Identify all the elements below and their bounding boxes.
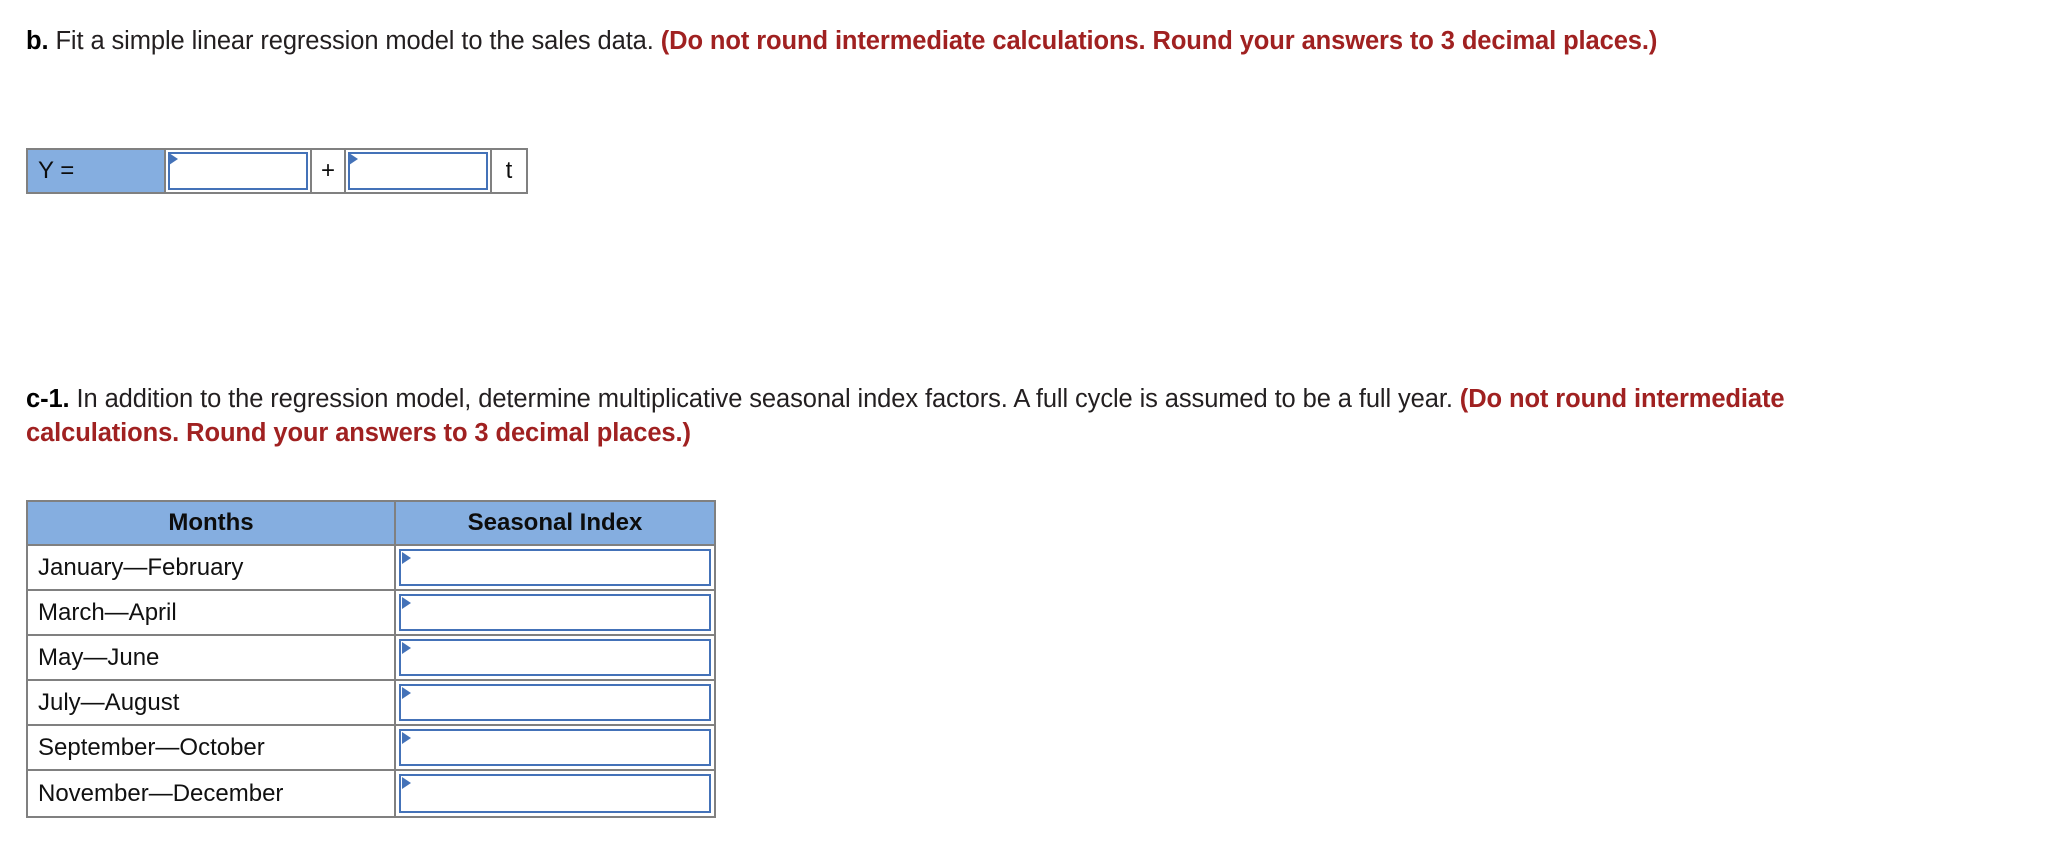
table-header-row: Months Seasonal Index xyxy=(28,502,714,546)
seasonal-index-input-mar-apr[interactable] xyxy=(399,594,711,631)
month-label-jan-feb: January—February xyxy=(28,546,396,591)
table-header: Months Seasonal Index xyxy=(28,502,714,546)
seasonal-index-cell-jul-aug xyxy=(396,681,714,726)
month-label-jul-aug: July—August xyxy=(28,681,396,726)
seasonal-index-table: Months Seasonal Index January—February M… xyxy=(26,500,716,818)
month-label-may-jun: May—June xyxy=(28,636,396,681)
question-b-rounding-note: (Do not round intermediate calculations.… xyxy=(660,27,1658,55)
seasonal-index-cell-may-jun xyxy=(396,636,714,681)
intercept-input-cell xyxy=(166,150,312,192)
month-label-sep-oct: September—October xyxy=(28,726,396,771)
month-label-nov-dec: November—December xyxy=(28,771,396,816)
table-row: September—October xyxy=(28,726,714,771)
equation-plus-operator: + xyxy=(312,150,346,192)
seasonal-index-input-jan-feb[interactable] xyxy=(399,549,711,586)
equation-variable-t-label: t xyxy=(492,150,526,192)
slope-input-cell xyxy=(346,150,492,192)
question-c1-prefix: c-1. xyxy=(26,385,70,413)
table-row: January—February xyxy=(28,546,714,591)
intercept-input[interactable] xyxy=(168,152,308,190)
seasonal-index-input-sep-oct[interactable] xyxy=(399,729,711,766)
regression-equation-widget: Y = + t xyxy=(26,148,528,194)
column-header-seasonal-index: Seasonal Index xyxy=(396,502,714,546)
column-header-months: Months xyxy=(28,502,396,546)
question-b-prefix: b. xyxy=(26,27,49,55)
table-body: January—February March—April May—June Ju… xyxy=(28,546,714,816)
table-row: July—August xyxy=(28,681,714,726)
question-part-c1: c-1. In addition to the regression model… xyxy=(26,382,1926,450)
table-row: November—December xyxy=(28,771,714,816)
equation-y-label: Y = xyxy=(28,150,166,192)
seasonal-index-input-nov-dec[interactable] xyxy=(399,774,711,813)
seasonal-index-cell-mar-apr xyxy=(396,591,714,636)
seasonal-index-input-jul-aug[interactable] xyxy=(399,684,711,721)
seasonal-index-cell-sep-oct xyxy=(396,726,714,771)
question-c1-text: In addition to the regression model, det… xyxy=(69,385,1460,413)
question-part-b: b. Fit a simple linear regression model … xyxy=(26,24,1926,58)
month-label-mar-apr: March—April xyxy=(28,591,396,636)
slope-input[interactable] xyxy=(348,152,488,190)
table-row: May—June xyxy=(28,636,714,681)
table-row: March—April xyxy=(28,591,714,636)
question-b-text: Fit a simple linear regression model to … xyxy=(48,27,661,55)
seasonal-index-cell-jan-feb xyxy=(396,546,714,591)
seasonal-index-cell-nov-dec xyxy=(396,771,714,816)
seasonal-index-input-may-jun[interactable] xyxy=(399,639,711,676)
